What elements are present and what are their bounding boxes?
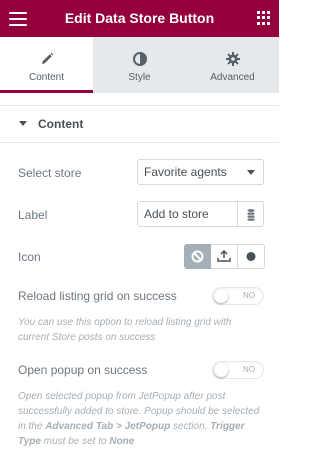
panel-tabs: Content Style Advanced xyxy=(0,37,279,93)
reload-listing-help: You can use this option to reload listin… xyxy=(18,317,232,343)
help-bold-text: Advanced Tab > JetPopup xyxy=(45,421,171,432)
database-icon xyxy=(247,209,255,221)
icon-choice-circle[interactable] xyxy=(238,244,265,269)
toggle-state-text: NO xyxy=(243,291,255,300)
select-store-label: Select store xyxy=(18,166,82,180)
label-input[interactable]: Add to store xyxy=(137,201,237,227)
tab-advanced[interactable]: Advanced xyxy=(186,37,279,93)
upload-icon xyxy=(217,249,231,262)
tab-style[interactable]: Style xyxy=(93,37,186,93)
content-panel: Content Select store Favorite agents Lab… xyxy=(0,93,279,459)
tab-content[interactable]: Content xyxy=(0,37,93,93)
open-popup-toggle[interactable]: NO xyxy=(212,361,264,379)
open-popup-help: Open selected popup from JetPopup after … xyxy=(18,389,263,449)
icon-choice-none[interactable] xyxy=(184,244,211,269)
open-popup-label: Open popup on success xyxy=(18,363,148,377)
icon-choice-group xyxy=(184,244,265,269)
toggle-state-text: NO xyxy=(243,365,255,374)
reload-listing-label: Reload listing grid on success xyxy=(18,289,177,303)
grid-icon[interactable] xyxy=(257,11,271,25)
tab-label: Advanced xyxy=(210,72,255,83)
pencil-icon xyxy=(41,52,53,64)
help-text: must be set to xyxy=(40,436,110,447)
select-store-dropdown[interactable]: Favorite agents xyxy=(137,159,264,185)
section-title: Content xyxy=(38,117,84,131)
none-icon xyxy=(191,250,204,263)
toggle-knob xyxy=(214,363,228,377)
reload-listing-toggle[interactable]: NO xyxy=(212,287,264,305)
tab-label: Content xyxy=(28,72,65,83)
help-bold-text: None xyxy=(109,436,135,447)
icon-choice-upload[interactable] xyxy=(211,244,238,269)
tab-label: Style xyxy=(128,72,151,83)
select-store-value: Favorite agents xyxy=(144,165,227,179)
gear-icon xyxy=(225,52,240,66)
toggle-knob xyxy=(214,289,228,303)
icon-field-label: Icon xyxy=(18,250,41,264)
contrast-icon xyxy=(132,52,147,66)
dynamic-tags-button[interactable] xyxy=(237,201,264,227)
caret-down-icon xyxy=(19,121,27,126)
panel-title: Edit Data Store Button xyxy=(64,10,215,26)
circle-icon xyxy=(246,252,256,261)
section-toggle[interactable]: Content xyxy=(0,105,279,143)
label-field-label: Label xyxy=(18,208,48,222)
panel-header: Edit Data Store Button xyxy=(0,0,279,37)
help-text: section, xyxy=(170,421,211,432)
chevron-down-icon xyxy=(247,170,255,175)
